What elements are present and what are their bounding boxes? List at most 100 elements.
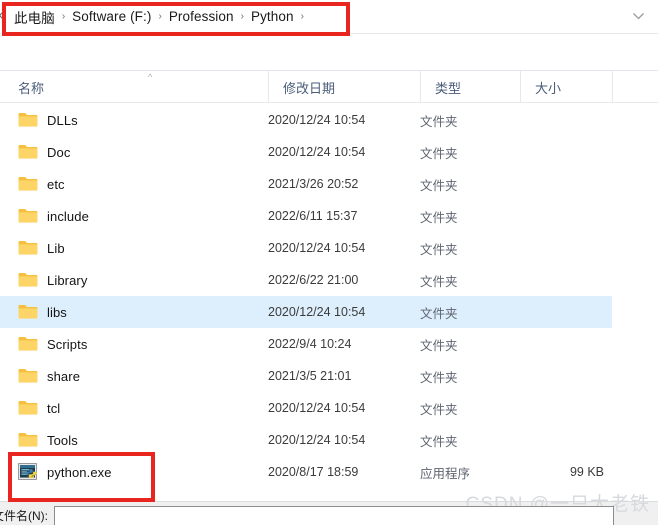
chevron-down-icon[interactable] bbox=[632, 12, 646, 24]
file-name-label: etc bbox=[47, 176, 65, 192]
file-name-cell[interactable]: libs bbox=[0, 303, 268, 321]
table-row[interactable]: tcl 2020/12/24 10:54 文件夹 bbox=[0, 392, 612, 424]
folder-icon bbox=[18, 367, 38, 385]
file-type-cell: 文件夹 bbox=[420, 242, 458, 257]
folder-icon bbox=[18, 111, 38, 129]
file-name-label: share bbox=[47, 368, 81, 384]
breadcrumb-item-3[interactable]: Python bbox=[249, 8, 296, 25]
file-name-label: include bbox=[47, 208, 89, 224]
file-name-cell[interactable]: share bbox=[0, 367, 268, 385]
file-date-cell: 2020/12/24 10:54 bbox=[268, 401, 366, 415]
breadcrumb-separator-1: › bbox=[158, 11, 162, 22]
file-date-cell: 2020/12/24 10:54 bbox=[268, 241, 366, 255]
file-list[interactable]: DLLs 2020/12/24 10:54 文件夹 Doc 2020/12/24 10:… bbox=[0, 104, 658, 492]
file-name-label: DLLs bbox=[47, 112, 78, 128]
file-date-cell: 2020/12/24 10:54 bbox=[268, 113, 366, 127]
file-date-cell: 2020/12/24 10:54 bbox=[268, 145, 366, 159]
breadcrumb-separator-2: › bbox=[240, 11, 244, 22]
python-exe-icon bbox=[18, 463, 38, 481]
file-type-cell: 文件夹 bbox=[420, 434, 458, 449]
file-name-cell[interactable]: python.exe bbox=[0, 463, 268, 481]
breadcrumb-item-1[interactable]: Software (F:) bbox=[70, 8, 153, 25]
table-row[interactable]: libs 2020/12/24 10:54 文件夹 bbox=[0, 296, 612, 328]
column-header-name-label: 名称 bbox=[18, 80, 45, 96]
file-name-label: python.exe bbox=[47, 464, 112, 480]
file-type-cell: 文件夹 bbox=[420, 402, 458, 417]
file-date-cell: 2022/9/4 10:24 bbox=[268, 337, 352, 351]
file-name-cell[interactable]: Lib bbox=[0, 239, 268, 257]
file-date-cell: 2021/3/5 21:01 bbox=[268, 369, 352, 383]
folder-icon bbox=[18, 271, 38, 289]
file-type-cell: 文件夹 bbox=[420, 370, 458, 385]
file-name-label: tcl bbox=[47, 400, 61, 416]
folder-icon bbox=[18, 303, 38, 321]
column-header-size[interactable]: 大小 bbox=[520, 71, 612, 103]
column-header-name[interactable]: 名称 ^ bbox=[0, 71, 268, 103]
breadcrumb-item-2[interactable]: Profession bbox=[167, 8, 236, 25]
file-type-cell: 文件夹 bbox=[420, 210, 458, 225]
column-header-type[interactable]: 类型 bbox=[420, 71, 520, 103]
file-name-cell[interactable]: Doc bbox=[0, 143, 268, 161]
table-row[interactable]: DLLs 2020/12/24 10:54 文件夹 bbox=[0, 104, 612, 136]
file-name-label: Tools bbox=[47, 432, 78, 448]
table-row[interactable]: include 2022/6/11 15:37 文件夹 bbox=[0, 200, 612, 232]
column-header-size-label: 大小 bbox=[535, 80, 562, 96]
table-row[interactable]: Scripts 2022/9/4 10:24 文件夹 bbox=[0, 328, 612, 360]
folder-icon bbox=[18, 335, 38, 353]
file-date-cell: 2022/6/22 21:00 bbox=[268, 273, 359, 287]
table-row[interactable]: share 2021/3/5 21:01 文件夹 bbox=[0, 360, 612, 392]
file-type-cell: 文件夹 bbox=[420, 146, 458, 161]
file-type-cell: 文件夹 bbox=[420, 178, 458, 193]
file-size-cell: 99 KB bbox=[569, 465, 604, 479]
folder-icon bbox=[18, 143, 38, 161]
file-date-cell: 2020/12/24 10:54 bbox=[268, 433, 366, 447]
address-bar[interactable]: 此电脑 › Software (F:) › Profession › Pytho… bbox=[0, 0, 658, 34]
file-name-cell[interactable]: etc bbox=[0, 175, 268, 193]
file-name-label: Lib bbox=[47, 240, 65, 256]
file-name-cell[interactable]: Library bbox=[0, 271, 268, 289]
file-date-cell: 2020/8/17 18:59 bbox=[268, 465, 359, 479]
column-header-extra[interactable] bbox=[612, 71, 658, 103]
column-header-date[interactable]: 修改日期 bbox=[268, 71, 420, 103]
filename-input[interactable] bbox=[54, 506, 614, 525]
breadcrumb-item-0[interactable]: 此电脑 bbox=[12, 6, 57, 28]
file-name-label: Scripts bbox=[47, 336, 88, 352]
breadcrumb[interactable]: 此电脑 › Software (F:) › Profession › Pytho… bbox=[6, 0, 658, 33]
table-row[interactable]: python.exe 2020/8/17 18:59 应用程序 99 KB bbox=[0, 456, 612, 488]
table-row[interactable]: Lib 2020/12/24 10:54 文件夹 bbox=[0, 232, 612, 264]
folder-icon bbox=[18, 399, 38, 417]
file-name-cell[interactable]: Tools bbox=[0, 431, 268, 449]
filename-row: 文件名(N): bbox=[0, 506, 658, 525]
file-type-cell: 文件夹 bbox=[420, 114, 458, 129]
file-name-label: Doc bbox=[47, 144, 71, 160]
file-open-dialog: 此电脑 › Software (F:) › Profession › Pytho… bbox=[0, 0, 658, 525]
file-date-cell: 2021/3/26 20:52 bbox=[268, 177, 359, 191]
filename-label: 文件名(N): bbox=[0, 509, 48, 523]
file-name-cell[interactable]: tcl bbox=[0, 399, 268, 417]
sort-ascending-icon: ^ bbox=[148, 72, 153, 82]
column-header-type-label: 类型 bbox=[435, 80, 462, 96]
toolbar-strip bbox=[0, 35, 658, 71]
breadcrumb-separator-3: › bbox=[300, 11, 304, 22]
file-name-cell[interactable]: include bbox=[0, 207, 268, 225]
table-row[interactable]: etc 2021/3/26 20:52 文件夹 bbox=[0, 168, 612, 200]
folder-icon bbox=[18, 239, 38, 257]
file-name-cell[interactable]: Scripts bbox=[0, 335, 268, 353]
folder-icon bbox=[18, 431, 38, 449]
file-date-cell: 2020/12/24 10:54 bbox=[268, 305, 366, 319]
file-name-label: Library bbox=[47, 272, 88, 288]
table-row[interactable]: Doc 2020/12/24 10:54 文件夹 bbox=[0, 136, 612, 168]
table-row[interactable]: Tools 2020/12/24 10:54 文件夹 bbox=[0, 424, 612, 456]
file-date-cell: 2022/6/11 15:37 bbox=[268, 209, 358, 223]
column-header-row: 名称 ^ 修改日期 类型 大小 bbox=[0, 71, 658, 103]
file-name-cell[interactable]: DLLs bbox=[0, 111, 268, 129]
breadcrumb-separator-0: › bbox=[61, 11, 66, 22]
column-header-date-label: 修改日期 bbox=[283, 80, 336, 96]
file-type-cell: 文件夹 bbox=[420, 338, 458, 353]
folder-icon bbox=[18, 207, 38, 225]
file-type-cell: 文件夹 bbox=[420, 306, 458, 321]
table-row[interactable]: Library 2022/6/22 21:00 文件夹 bbox=[0, 264, 612, 296]
folder-icon bbox=[18, 175, 38, 193]
file-type-cell: 文件夹 bbox=[420, 274, 458, 289]
file-type-cell: 应用程序 bbox=[420, 466, 471, 481]
